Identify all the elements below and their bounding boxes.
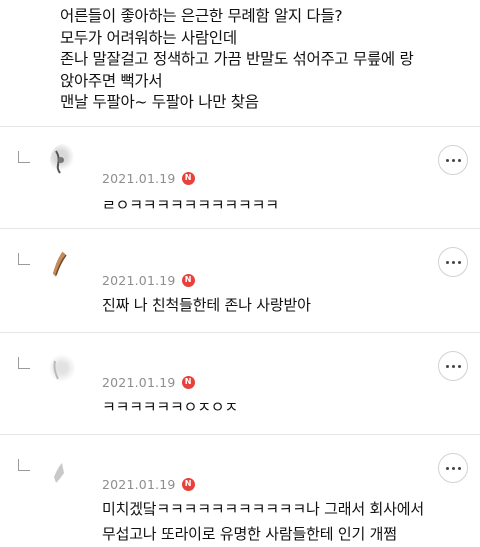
post-line: 앉아주면 뻑가서	[60, 71, 163, 90]
comment-line: ㅋㅋㅋㅋㅋㅋㅇㅈㅇㅈ	[102, 398, 239, 416]
more-options-icon	[445, 466, 449, 470]
comment-line: 미치겠닼ㅋㅋㅋㅋㅋㅋㅋㅋㅋㅋㅋ나 그래서 회사에서	[102, 500, 424, 518]
comment-date: 2021.01.19	[102, 272, 176, 288]
comment-date: 2021.01.19	[102, 374, 176, 390]
more-options-dot	[457, 158, 461, 162]
comment-meta: 2021.01.19 N	[102, 475, 195, 493]
more-options-dot	[457, 466, 461, 470]
more-options-button[interactable]	[438, 247, 468, 277]
more-options-button[interactable]	[438, 453, 468, 483]
comment-text: 진짜 나 친척들한테 존나 사랑받아	[102, 293, 472, 318]
more-options-button[interactable]	[438, 351, 468, 381]
more-options-dot	[451, 158, 455, 162]
reply-arrow-icon	[18, 357, 30, 369]
avatar[interactable]	[50, 143, 84, 177]
new-badge-icon: N	[181, 477, 195, 491]
reply-arrow-icon	[18, 151, 30, 163]
new-badge-icon: N	[181, 171, 195, 185]
more-options-dot	[451, 260, 455, 264]
comment-line: 진짜 나 친척들한테 존나 사랑받아	[102, 296, 311, 314]
comment-meta: 2021.01.19 N	[102, 169, 195, 187]
comment-meta: 2021.01.19 N	[102, 271, 195, 289]
post-line: 모두가 어려워하는 사람인데	[60, 28, 237, 47]
more-options-button[interactable]	[438, 145, 468, 175]
avatar[interactable]	[50, 247, 84, 281]
more-options-icon	[445, 158, 449, 162]
post-line: 어른들이 좋아하는 은근한 무례함 알지 다들?	[60, 7, 343, 25]
comment-text: ㄹㅇㅋㅋㅋㅋㅋㅋㅋㅋㅋㅋㅋ	[102, 193, 472, 218]
new-badge-icon: N	[181, 273, 195, 287]
comment-item: 2021.01.19 N 미치겠닼ㅋㅋㅋㅋㅋㅋㅋㅋㅋㅋㅋ나 그래서 회사에서 무…	[0, 435, 480, 544]
reply-arrow-icon	[18, 459, 30, 471]
post-line: 맨날 두팔아~ 두팔아 나만 찾음	[60, 93, 259, 111]
comment-line: 무섭고나 또라이로 유명한 사람들한테 인기 개쩜	[102, 525, 397, 543]
more-options-dot	[451, 466, 455, 470]
reply-arrow-icon	[18, 253, 30, 265]
post-body: 어른들이 좋아하는 은근한 무례함 알지 다들? 모두가 어려워하는 사람인데 …	[60, 6, 470, 114]
comment-item: 2021.01.19 N ㄹㅇㅋㅋㅋㅋㅋㅋㅋㅋㅋㅋㅋ	[0, 127, 480, 227]
more-options-icon	[445, 260, 449, 264]
new-badge-icon: N	[181, 375, 195, 389]
comment-date: 2021.01.19	[102, 170, 176, 186]
avatar[interactable]	[50, 453, 84, 487]
more-options-dot	[451, 364, 455, 368]
avatar-image	[55, 150, 64, 174]
comment-text: ㅋㅋㅋㅋㅋㅋㅇㅈㅇㅈ	[102, 395, 472, 420]
comment-item: 2021.01.19 N ㅋㅋㅋㅋㅋㅋㅇㅈㅇㅈ	[0, 333, 480, 433]
avatar[interactable]	[50, 351, 84, 385]
more-options-icon	[445, 364, 449, 368]
comment-line: ㄹㅇㅋㅋㅋㅋㅋㅋㅋㅋㅋㅋㅋ	[102, 196, 279, 214]
avatar-image	[53, 360, 59, 380]
comment-item: 2021.01.19 N 진짜 나 친척들한테 존나 사랑받아	[0, 229, 480, 329]
more-options-dot	[457, 260, 461, 264]
comment-date: 2021.01.19	[102, 476, 176, 492]
avatar-image	[52, 251, 67, 278]
more-options-dot	[457, 364, 461, 368]
comment-text: 미치겠닼ㅋㅋㅋㅋㅋㅋㅋㅋㅋㅋㅋ나 그래서 회사에서 무섭고나 또라이로 유명한 …	[102, 497, 472, 547]
avatar-image	[54, 463, 64, 483]
comment-meta: 2021.01.19 N	[102, 373, 195, 391]
post-line: 존나 말잘걸고 정색하고 가끔 반말도 섞어주고 무릎에 랑	[60, 50, 414, 68]
